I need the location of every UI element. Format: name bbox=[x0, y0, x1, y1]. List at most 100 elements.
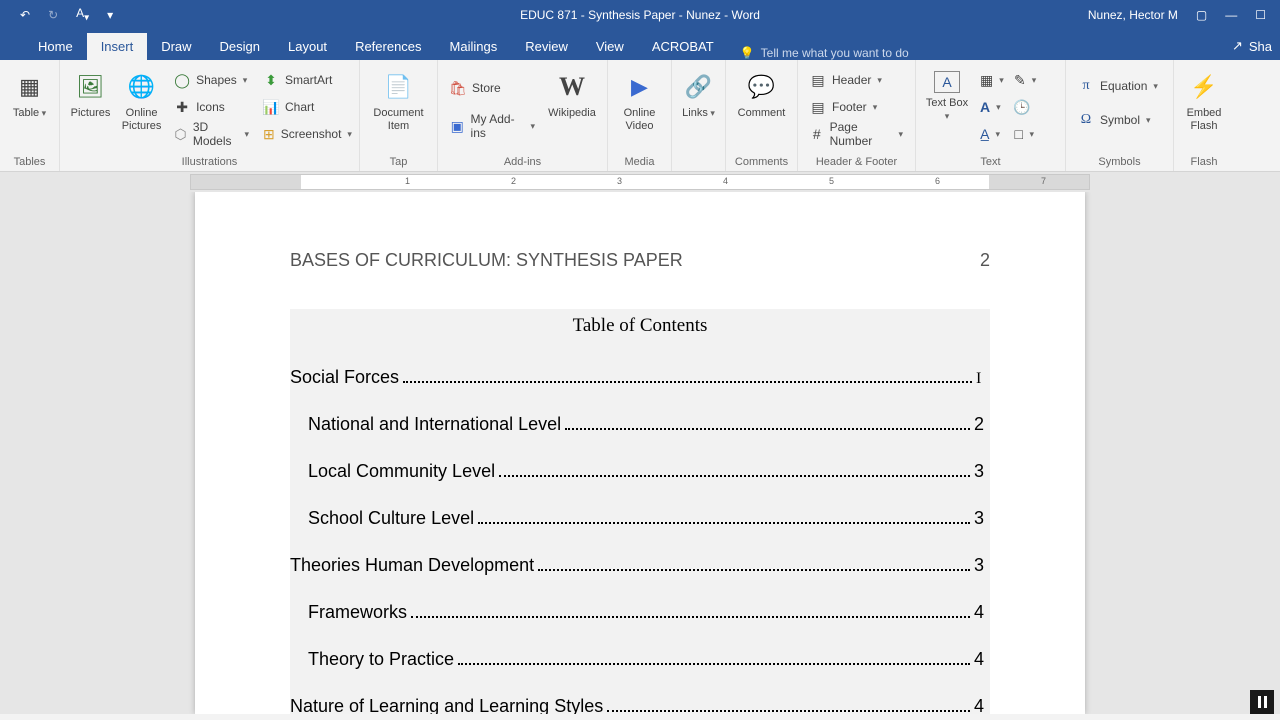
toc-leader-dots bbox=[411, 602, 970, 618]
models-label: 3D Models bbox=[193, 120, 239, 148]
ruler-mark-2: 2 bbox=[511, 176, 516, 186]
tab-design[interactable]: Design bbox=[206, 33, 274, 60]
toc-entry[interactable]: Theory to Practice4 bbox=[290, 649, 990, 670]
wikipedia-label: Wikipedia bbox=[548, 107, 596, 120]
online-pictures-label: Online Pictures bbox=[119, 107, 164, 132]
store-button[interactable]: 🛍Store bbox=[446, 76, 539, 100]
document-item-button[interactable]: 📄 Document Item bbox=[368, 68, 429, 132]
table-button[interactable]: ▦ Table bbox=[8, 68, 51, 120]
online-pictures-icon: 🌐 bbox=[126, 71, 158, 103]
toc-leader-dots bbox=[499, 461, 970, 477]
tab-insert[interactable]: Insert bbox=[87, 33, 148, 60]
online-video-button[interactable]: ▶ Online Video bbox=[616, 68, 663, 132]
toc-entry-text: Theory to Practice bbox=[308, 649, 454, 670]
page[interactable]: BASES OF CURRICULUM: SYNTHESIS PAPER 2 T… bbox=[195, 192, 1085, 714]
group-illustrations: Illustrations bbox=[68, 154, 351, 171]
footer-button[interactable]: ▤Footer bbox=[806, 95, 907, 119]
textbox-icon: A bbox=[934, 71, 960, 93]
toc-entry-page: 4 bbox=[974, 696, 984, 714]
my-addins-button[interactable]: ▣ My Add-ins bbox=[446, 114, 539, 138]
page-number-button[interactable]: #Page Number bbox=[806, 122, 907, 146]
document-area[interactable]: BASES OF CURRICULUM: SYNTHESIS PAPER 2 T… bbox=[0, 192, 1280, 714]
smartart-icon: ⬍ bbox=[263, 72, 279, 88]
table-label: Table bbox=[13, 107, 46, 120]
tab-review[interactable]: Review bbox=[511, 33, 582, 60]
comment-button[interactable]: 💬 Comment bbox=[734, 68, 789, 120]
3d-models-button[interactable]: ⬡3D Models bbox=[170, 122, 253, 146]
screenshot-button[interactable]: ⊞Screenshot bbox=[259, 122, 351, 146]
chart-button[interactable]: 📊Chart bbox=[259, 95, 351, 119]
tab-references[interactable]: References bbox=[341, 33, 435, 60]
icons-icon: ✚ bbox=[174, 99, 190, 115]
group-tables: Tables bbox=[8, 154, 51, 171]
maximize-icon[interactable]: ☐ bbox=[1255, 8, 1266, 22]
doc-item-label: Document Item bbox=[368, 107, 429, 132]
share-button[interactable]: ↗ Sha bbox=[1232, 38, 1280, 60]
wordart-button[interactable]: A bbox=[976, 95, 1004, 119]
myaddins-label: My Add-ins bbox=[471, 112, 525, 140]
table-icon: ▦ bbox=[14, 71, 46, 103]
toc-entry[interactable]: National and International Level 2 bbox=[290, 414, 990, 435]
header-button[interactable]: ▤Header bbox=[806, 68, 907, 92]
toc-entry-page: 3 bbox=[974, 508, 984, 529]
object-button[interactable]: □ bbox=[1010, 122, 1038, 146]
embed-flash-button[interactable]: ⚡ Embed Flash bbox=[1182, 68, 1226, 132]
text-box-button[interactable]: A Text Box bbox=[924, 68, 970, 122]
tell-me-search[interactable]: 💡 Tell me what you want to do bbox=[728, 46, 909, 60]
smartart-button[interactable]: ⬍SmartArt bbox=[259, 68, 351, 92]
wikipedia-icon: W bbox=[556, 71, 588, 103]
toc-leader-dots bbox=[538, 555, 970, 571]
font-quick-icon[interactable]: A▾ bbox=[76, 6, 89, 23]
links-button[interactable]: 🔗 Links bbox=[680, 68, 717, 120]
datetime-button[interactable]: 🕒 bbox=[1010, 95, 1038, 119]
toc-field[interactable]: Table of Contents Social Forces National … bbox=[290, 309, 990, 714]
toc-entry-page: 4 bbox=[974, 602, 984, 623]
toc-entry-page: 2 bbox=[974, 414, 984, 435]
minimize-icon[interactable]: — bbox=[1225, 8, 1237, 22]
signature-button[interactable]: ✎ bbox=[1010, 68, 1038, 92]
dropcap-button[interactable]: A̲ bbox=[976, 122, 1004, 146]
chart-label: Chart bbox=[285, 100, 314, 114]
tab-mailings[interactable]: Mailings bbox=[436, 33, 512, 60]
running-head: BASES OF CURRICULUM: SYNTHESIS PAPER bbox=[290, 250, 683, 271]
window-title: EDUC 871 - Synthesis Paper - Nunez - Wor… bbox=[520, 8, 760, 22]
undo-icon[interactable]: ↶ bbox=[20, 8, 30, 22]
tab-layout[interactable]: Layout bbox=[274, 33, 341, 60]
toc-entry[interactable]: Nature of Learning and Learning Styles4 bbox=[290, 696, 990, 714]
ruler-mark-7: 7 bbox=[1041, 176, 1046, 186]
wikipedia-button[interactable]: W Wikipedia bbox=[545, 68, 599, 120]
icons-button[interactable]: ✚Icons bbox=[170, 95, 253, 119]
equation-button[interactable]: πEquation bbox=[1074, 74, 1165, 98]
toc-entry[interactable]: Frameworks 4 bbox=[290, 602, 990, 623]
toc-title: Table of Contents bbox=[290, 315, 990, 337]
online-pictures-button[interactable]: 🌐 Online Pictures bbox=[119, 68, 164, 132]
toc-entry-text: Frameworks bbox=[308, 602, 407, 623]
ribbon-options-icon[interactable]: ▢ bbox=[1196, 8, 1207, 22]
shapes-button[interactable]: ◯Shapes bbox=[170, 68, 253, 92]
group-flash: Flash bbox=[1182, 154, 1226, 171]
redo-icon[interactable]: ↻ bbox=[48, 8, 58, 22]
toc-entry-text: National and International Level bbox=[308, 414, 561, 435]
toc-entry[interactable]: Local Community Level3 bbox=[290, 461, 990, 482]
pause-button[interactable] bbox=[1250, 690, 1274, 714]
symbol-button[interactable]: ΩSymbol bbox=[1074, 108, 1165, 132]
qat-more-icon[interactable]: ▾ bbox=[107, 8, 113, 22]
tab-acrobat[interactable]: ACROBAT bbox=[638, 33, 728, 60]
tab-home[interactable]: Home bbox=[24, 33, 87, 60]
ruler-mark-6: 6 bbox=[935, 176, 940, 186]
signature-icon: ✎ bbox=[1014, 72, 1026, 88]
ribbon-tabs: Home Insert Draw Design Layout Reference… bbox=[0, 30, 1280, 60]
toc-entry[interactable]: School Culture Level 3 bbox=[290, 508, 990, 529]
pictures-button[interactable]: 🖼 Pictures bbox=[68, 68, 113, 120]
user-name[interactable]: Nunez, Hector M bbox=[1088, 8, 1178, 22]
ribbon: ▦ Table Tables 🖼 Pictures 🌐 Online Pictu… bbox=[0, 60, 1280, 172]
store-icon: 🛍 bbox=[450, 80, 466, 96]
toc-entry[interactable]: Theories Human Development3 bbox=[290, 555, 990, 576]
tab-draw[interactable]: Draw bbox=[147, 33, 205, 60]
toc-entry[interactable]: Social Forces bbox=[290, 367, 990, 388]
quickparts-button[interactable]: ▦ bbox=[976, 68, 1004, 92]
addins-icon: ▣ bbox=[450, 118, 465, 134]
ruler[interactable]: 1 2 3 4 5 6 7 bbox=[0, 172, 1280, 192]
tab-view[interactable]: View bbox=[582, 33, 638, 60]
toc-entry-text: School Culture Level bbox=[308, 508, 474, 529]
